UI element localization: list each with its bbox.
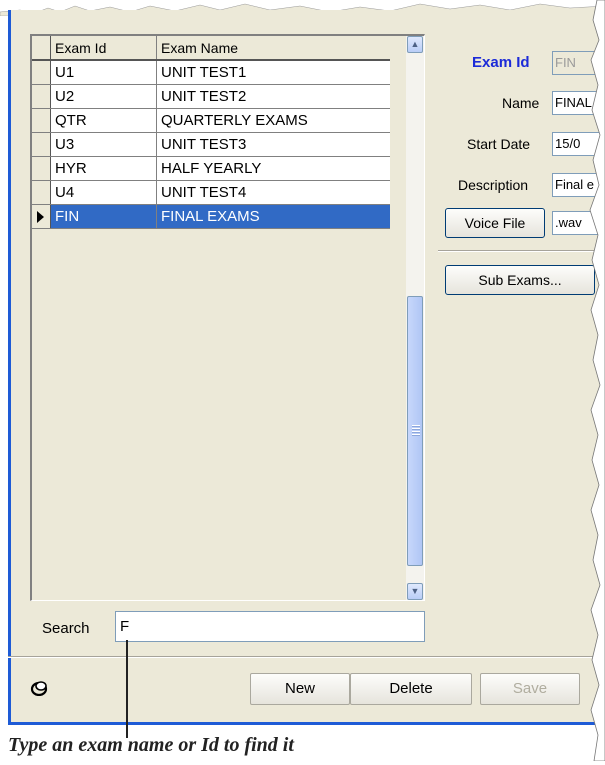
- table-row-selected[interactable]: FIN FINAL EXAMS: [32, 204, 390, 229]
- exam-id-label: Exam Id: [472, 54, 530, 71]
- search-label: Search: [42, 620, 90, 637]
- grip-icon: [412, 425, 420, 437]
- callout-pointer-line: [126, 640, 128, 738]
- row-selector[interactable]: [32, 156, 51, 181]
- table-row[interactable]: U3 UNIT TEST3: [32, 132, 390, 157]
- cell-exam-id[interactable]: QTR: [50, 108, 157, 133]
- new-button[interactable]: New: [250, 673, 350, 705]
- table-header-row: Exam Id Exam Name: [32, 36, 390, 61]
- exam-grid[interactable]: Exam Id Exam Name U1 UNIT TEST1 U2 UNIT …: [30, 34, 425, 601]
- cell-exam-name[interactable]: UNIT TEST1: [156, 60, 390, 85]
- delete-button[interactable]: Delete: [350, 673, 472, 705]
- chevron-down-icon: ▼: [410, 586, 420, 596]
- scroll-down-button[interactable]: ▼: [407, 583, 423, 600]
- recycle-icon[interactable]: [30, 680, 48, 700]
- sub-exams-button[interactable]: Sub Exams...: [445, 265, 595, 295]
- cell-exam-name[interactable]: HALF YEARLY: [156, 156, 390, 181]
- cell-exam-name[interactable]: UNIT TEST2: [156, 84, 390, 109]
- torn-paper-right-edge: [587, 0, 605, 762]
- column-header-exam-id[interactable]: Exam Id: [50, 36, 157, 61]
- row-selector[interactable]: [32, 60, 51, 85]
- scroll-up-button[interactable]: ▲: [407, 36, 423, 53]
- cell-exam-name[interactable]: QUARTERLY EXAMS: [156, 108, 390, 133]
- bottom-divider: [8, 656, 605, 658]
- cell-exam-id[interactable]: U4: [50, 180, 157, 205]
- scroll-thumb[interactable]: [407, 296, 423, 566]
- search-input[interactable]: [115, 611, 425, 642]
- table-row[interactable]: QTR QUARTERLY EXAMS: [32, 108, 390, 133]
- column-header-exam-name[interactable]: Exam Name: [156, 36, 390, 61]
- cell-exam-id[interactable]: U3: [50, 132, 157, 157]
- table-row[interactable]: U4 UNIT TEST4: [32, 180, 390, 205]
- cell-exam-name[interactable]: UNIT TEST3: [156, 132, 390, 157]
- current-row-arrow-icon: [37, 211, 44, 224]
- chevron-up-icon: ▲: [410, 39, 420, 49]
- exam-table: Exam Id Exam Name U1 UNIT TEST1 U2 UNIT …: [32, 36, 390, 229]
- row-selector[interactable]: [32, 84, 51, 109]
- cell-exam-id[interactable]: U1: [50, 60, 157, 85]
- description-label: Description: [458, 177, 529, 193]
- cell-exam-id[interactable]: HYR: [50, 156, 157, 181]
- table-row[interactable]: U1 UNIT TEST1: [32, 60, 390, 85]
- cell-exam-id[interactable]: U2: [50, 84, 157, 109]
- table-row[interactable]: U2 UNIT TEST2: [32, 84, 390, 109]
- cell-exam-name[interactable]: UNIT TEST4: [156, 180, 390, 205]
- sub-exams-button-label: Sub Exams...: [478, 272, 562, 288]
- row-selector-current[interactable]: [32, 204, 51, 229]
- row-selector[interactable]: [32, 108, 51, 133]
- row-selector[interactable]: [32, 132, 51, 157]
- row-selector[interactable]: [32, 180, 51, 205]
- grid-vertical-scrollbar[interactable]: ▲ ▼: [406, 36, 424, 600]
- cell-exam-id[interactable]: FIN: [50, 204, 157, 229]
- callout-caption: Type an exam name or Id to find it: [8, 734, 294, 756]
- cell-exam-name[interactable]: FINAL EXAMS: [156, 204, 390, 229]
- table-row[interactable]: HYR HALF YEARLY: [32, 156, 390, 181]
- row-selector-header: [32, 36, 51, 61]
- name-label: Name: [502, 95, 540, 111]
- save-button: Save: [480, 673, 580, 705]
- start-date-label: Start Date: [467, 136, 531, 152]
- voice-file-button[interactable]: Voice File: [445, 208, 545, 238]
- panel-divider: [438, 250, 605, 252]
